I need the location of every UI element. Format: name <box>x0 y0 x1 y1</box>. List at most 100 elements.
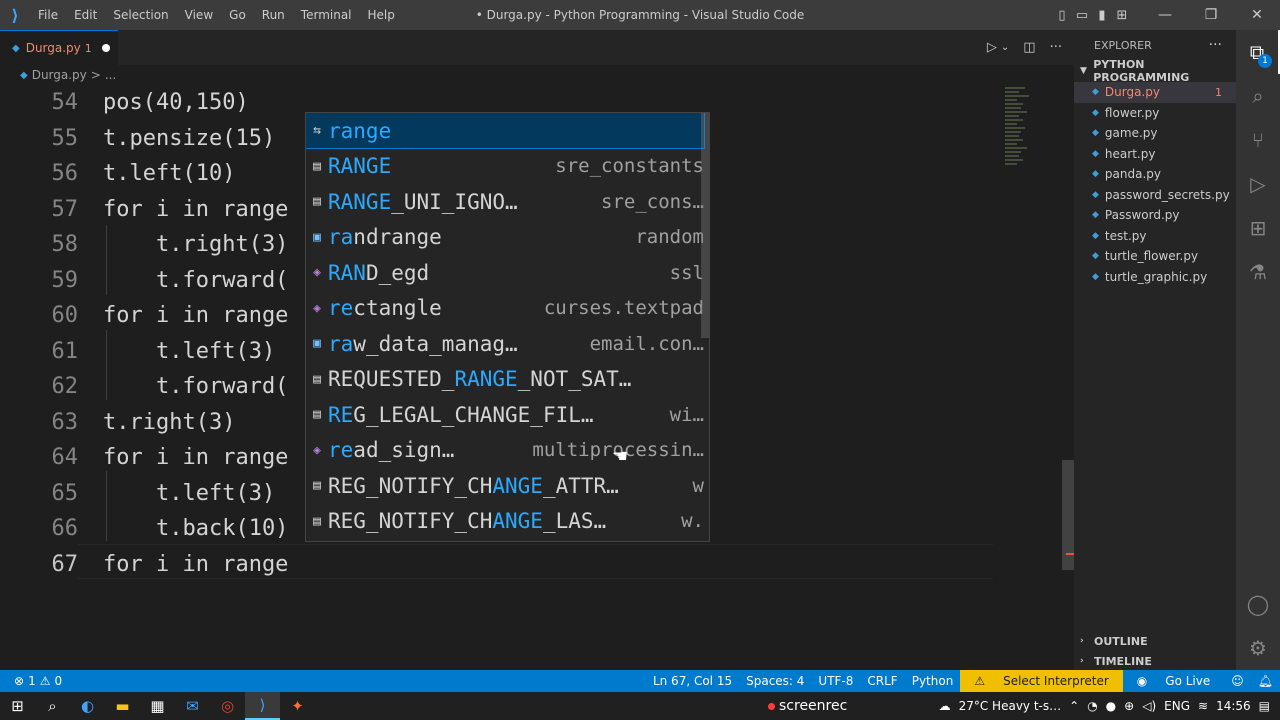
unsaved-dot-icon[interactable] <box>101 44 110 52</box>
run-debug-icon[interactable]: ▷ <box>1236 162 1280 206</box>
notifications-icon[interactable]: 🔔︎ <box>1251 670 1280 692</box>
suggestion-item[interactable]: ▤ REG_LEGAL_CHANGE_FIL… wi… <box>306 397 704 432</box>
go-live-button[interactable]: ◉ Go Live <box>1123 670 1224 692</box>
run-dropdown-icon[interactable]: ⌄ <box>1001 42 1009 53</box>
problems-indicator[interactable]: ⊗ 1 ⚠ 0 <box>14 674 62 688</box>
code-text[interactable]: t.pensize(15) <box>103 126 275 151</box>
suggestion-item[interactable]: ▤ REG_NOTIFY_CHANGE_ATTR… w <box>306 468 704 503</box>
menu-go[interactable]: Go <box>221 8 254 22</box>
weather-icon[interactable]: ☁ <box>939 699 951 713</box>
suggestion-item[interactable]: ◈ RAND_egd ssl <box>306 255 704 290</box>
code-text[interactable]: t.forward( <box>103 374 288 399</box>
menu-edit[interactable]: Edit <box>66 8 105 22</box>
file-item[interactable]: ◆ Durga.py 1 <box>1074 82 1236 103</box>
menu-view[interactable]: View <box>177 8 221 22</box>
suggestion-item[interactable]: ◈ rectangle curses.textpad <box>306 291 704 326</box>
feedback-icon[interactable]: ☺ <box>1224 670 1251 692</box>
file-explorer-icon[interactable]: ▬ <box>105 692 140 720</box>
suggestion-item[interactable]: ▣ randrange random <box>306 220 704 255</box>
vscode-taskbar-icon[interactable]: ⟩ <box>245 692 280 720</box>
menu-file[interactable]: File <box>30 8 66 22</box>
minimap[interactable] <box>1005 85 1065 205</box>
weather-text[interactable]: 27°C Heavy t-s… <box>959 699 1062 713</box>
volume-icon[interactable]: ◁) <box>1142 699 1156 713</box>
code-text[interactable]: t.left(3) <box>103 481 275 506</box>
file-item[interactable]: ◆ game.py <box>1074 123 1236 144</box>
language-indicator[interactable]: ENG <box>1164 699 1190 713</box>
code-text[interactable]: for i in range <box>103 552 288 577</box>
camera-icon[interactable]: ◔ <box>1087 699 1097 713</box>
menu-selection[interactable]: Selection <box>105 8 176 22</box>
explorer-icon[interactable]: ⧉ 1 <box>1236 30 1280 74</box>
menu-run[interactable]: Run <box>254 8 293 22</box>
accounts-icon[interactable]: ◯ <box>1236 582 1280 626</box>
source-control-icon[interactable]: ⑂ <box>1236 118 1280 162</box>
suggestion-item[interactable]: ⇆ range <box>306 113 705 149</box>
suggestion-item[interactable]: ◈ read_sign… multiprocessin… <box>306 433 704 468</box>
file-item[interactable]: ◆ Password.py <box>1074 205 1236 226</box>
code-text[interactable]: t.left(10) <box>103 161 235 186</box>
file-item[interactable]: ◆ panda.py <box>1074 164 1236 185</box>
wifi-icon[interactable]: ≋ <box>1198 699 1208 713</box>
code-text[interactable]: for i in range <box>103 303 288 328</box>
clock[interactable]: 14:56 <box>1216 699 1251 713</box>
toggle-secondary-sidebar-icon[interactable]: ▮ <box>1092 0 1112 30</box>
store-icon[interactable]: ▦ <box>140 692 175 720</box>
folder-header[interactable]: ▼ PYTHON PROGRAMMING <box>1074 58 1236 84</box>
timeline-section[interactable]: › TIMELINE <box>1074 650 1236 672</box>
maximize-button[interactable]: ❐ <box>1188 0 1234 30</box>
code-text[interactable]: t.right(3) <box>103 410 235 435</box>
code-text[interactable]: t.right(3) <box>103 232 288 257</box>
encoding[interactable]: UTF-8 <box>811 670 860 692</box>
code-text[interactable]: t.left(3) <box>103 339 275 364</box>
code-text[interactable]: for i in range <box>103 445 288 470</box>
autocomplete-suggestions[interactable]: ⇆ range ▤ RANGE sre_constants ▤ RANGE_UNI_IGNO… <box>305 112 710 542</box>
mail-icon[interactable]: ✉ <box>175 692 210 720</box>
file-item[interactable]: ◆ flower.py <box>1074 103 1236 124</box>
customize-layout-icon[interactable]: ⊞ <box>1112 0 1132 30</box>
code-text[interactable]: for i in range <box>103 197 288 222</box>
file-item[interactable]: ◆ turtle_flower.py <box>1074 246 1236 267</box>
breadcrumb-file[interactable]: Durga.py <box>32 68 87 82</box>
toggle-primary-sidebar-icon[interactable]: ▯ <box>1052 0 1072 30</box>
suggest-scrollbar[interactable] <box>701 113 709 338</box>
tray-chevron-icon[interactable]: ⌃ <box>1069 699 1079 713</box>
split-editor-icon[interactable]: ◫ <box>1023 40 1035 55</box>
suggestion-item[interactable]: ▤ REG_NOTIFY_CHANGE_LAS… w. <box>306 504 704 539</box>
run-icon[interactable]: ▷ <box>987 40 997 55</box>
edge-browser-icon[interactable]: ◐ <box>70 692 105 720</box>
breadcrumb-more[interactable]: ... <box>105 68 116 82</box>
explorer-more-icon[interactable]: ··· <box>1209 37 1222 53</box>
indentation[interactable]: Spaces: 4 <box>739 670 811 692</box>
code-line[interactable]: 67 for i in range <box>0 547 1000 582</box>
minimize-button[interactable]: — <box>1142 0 1188 30</box>
extensions-icon[interactable]: ⊞ <box>1236 206 1280 250</box>
file-item[interactable]: ◆ turtle_graphic.py <box>1074 267 1236 288</box>
outline-section[interactable]: › OUTLINE <box>1074 630 1236 652</box>
tab-durga-py[interactable]: ◆ Durga.py 1 <box>0 30 118 65</box>
file-item[interactable]: ◆ heart.py <box>1074 144 1236 165</box>
file-item[interactable]: ◆ password_secrets.py <box>1074 185 1236 206</box>
menu-help[interactable]: Help <box>360 8 403 22</box>
language-mode[interactable]: Python <box>905 670 961 692</box>
code-text[interactable]: t.back(10) <box>103 516 288 541</box>
notification-center-icon[interactable]: ▤ <box>1259 699 1270 713</box>
cursor-position[interactable]: Ln 67, Col 15 <box>646 670 739 692</box>
select-interpreter-button[interactable]: ⚠ Select Interpreter <box>960 670 1123 692</box>
suggestion-item[interactable]: ▤ RANGE sre_constants <box>306 149 704 184</box>
suggestion-item[interactable]: ▤ RANGE_UNI_IGNO… sre_cons… <box>306 184 704 219</box>
toggle-panel-icon[interactable]: ▭ <box>1072 0 1092 30</box>
app-taskbar-icon[interactable]: ✦ <box>280 692 315 720</box>
network-icon[interactable]: ⊕ <box>1124 699 1134 713</box>
testing-icon[interactable]: ⚗ <box>1236 250 1280 294</box>
code-text[interactable]: pos(40,150) <box>103 90 249 115</box>
microphone-icon[interactable]: ● <box>1106 699 1116 713</box>
windows-start-icon[interactable]: ⊞ <box>0 692 35 720</box>
more-actions-icon[interactable]: ··· <box>1050 40 1062 55</box>
search-icon[interactable]: ⌕ <box>1236 74 1280 118</box>
close-window-button[interactable]: ✕ <box>1234 0 1280 30</box>
end-of-line[interactable]: CRLF <box>860 670 904 692</box>
suggestion-item[interactable]: ▤ REQUESTED_RANGE_NOT_SAT… <box>306 362 704 397</box>
chrome-icon[interactable]: ◎ <box>210 692 245 720</box>
suggestion-item[interactable]: ▣ raw_data_manag… email.con… <box>306 326 704 361</box>
